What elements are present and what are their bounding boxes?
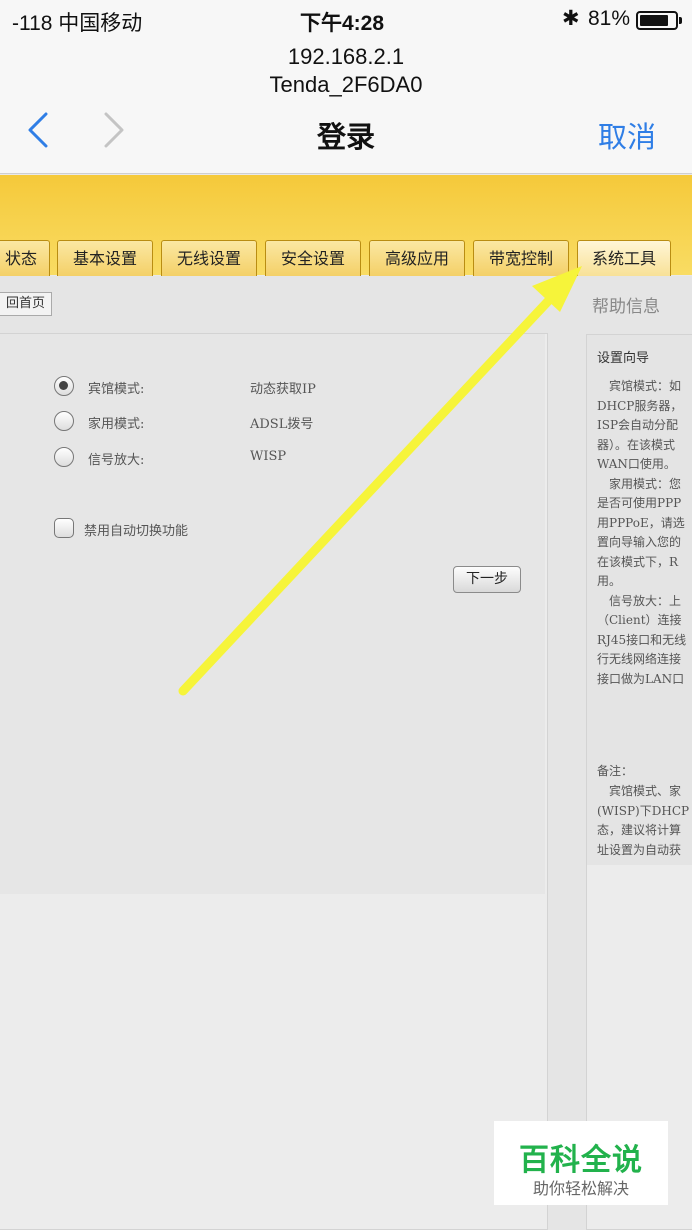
page-title: 登录	[316, 120, 375, 154]
help-note-title: 备注：	[597, 764, 634, 778]
mode-connection-type: WISP	[250, 449, 287, 464]
tab-basic-settings[interactable]: 基本设置	[57, 240, 153, 276]
help-text-line: WAN口使用。	[597, 457, 676, 471]
battery-percent: 81%	[588, 7, 631, 30]
home-button[interactable]: 回首页	[0, 292, 52, 316]
help-text-line: 宾馆模式：如	[597, 379, 682, 393]
page-url: 192.168.2.1	[287, 44, 405, 69]
browser-header: 192.168.2.1 Tenda_2F6DA0 登录 取消	[0, 40, 692, 174]
mode-label: 信号放大:	[88, 453, 145, 468]
watermark-slogan: 助你轻松解决	[532, 1179, 629, 1198]
router-tab-bar: 状态 基本设置 无线设置 安全设置 高级应用 带宽控制 系统工具	[0, 240, 692, 276]
mode-connection-type: ADSL拨号	[250, 417, 314, 432]
cancel-button[interactable]: 取消	[598, 114, 656, 156]
tab-system-tools[interactable]: 系统工具	[577, 240, 671, 276]
tab-wireless-settings[interactable]: 无线设置	[161, 240, 257, 276]
next-step-button[interactable]: 下一步	[453, 566, 521, 593]
help-text-line: 是否可使用PPP	[597, 496, 682, 510]
tab-bandwidth-control[interactable]: 带宽控制	[473, 240, 569, 276]
help-text-line: （Client）连接	[597, 613, 682, 627]
help-text-line: 用PPPoE，请选	[597, 515, 685, 530]
help-text-line: 在该模式下，R	[597, 554, 679, 569]
help-panel[interactable]: 设置向导 宾馆模式：如 DHCP服务器， ISP会自动分配 器）。在该模式 WAN口使用…	[586, 334, 692, 1230]
help-note-line: 宾馆模式、家	[597, 784, 682, 798]
watermark-title: 百科全说	[519, 1143, 643, 1178]
mode-label: 宾馆模式:	[88, 382, 145, 397]
help-note-line: 态，建议将计算	[597, 823, 682, 837]
battery-icon	[636, 11, 682, 30]
help-note-line: 址设置为自动获	[597, 842, 682, 857]
help-heading: 帮助信息	[592, 297, 660, 317]
help-text-line: 家用模式：您	[597, 476, 682, 491]
tab-status[interactable]: 状态	[0, 240, 50, 276]
tab-security-settings[interactable]: 安全设置	[265, 240, 361, 276]
mode-label: 家用模式:	[88, 417, 145, 432]
help-title: 设置向导	[597, 351, 650, 366]
help-text-line: 信号放大：上	[597, 593, 682, 608]
disable-auto-switch-label: 禁用自动切换功能	[84, 524, 189, 539]
baike-watermark-logo: 百科全说 助你轻松解决	[494, 1121, 668, 1205]
disable-auto-switch-checkbox[interactable]	[54, 518, 74, 538]
status-bar: -118 中国移动 下午4:28 ✱ 81%	[0, 0, 692, 40]
status-time: 下午4:28	[300, 12, 385, 35]
help-text-line: 器）。在该模式	[597, 437, 676, 452]
mode-radio-hotel[interactable]	[54, 376, 74, 396]
help-note-line: (WISP)下DHCP	[597, 803, 690, 818]
network-ssid: Tenda_2F6DA0	[269, 72, 423, 97]
help-text-line: DHCP服务器，	[597, 398, 683, 413]
mode-radio-signal-boost[interactable]	[54, 447, 74, 467]
tab-advanced[interactable]: 高级应用	[369, 240, 465, 276]
help-text-line: 接口做为LAN口	[597, 671, 685, 686]
help-text-line: 置向导输入您的	[597, 535, 682, 549]
help-text-line: 行无线网络连接	[597, 652, 682, 666]
mode-connection-type: 动态获取IP	[250, 382, 316, 397]
carrier-signal: -118 中国移动	[12, 12, 143, 35]
mode-radio-home[interactable]	[54, 411, 74, 431]
help-text-line: RJ45接口和无线	[597, 632, 687, 647]
wizard-panel	[0, 333, 548, 1230]
help-text-line: ISP会自动分配	[597, 418, 679, 432]
bluetooth-icon: ✱	[562, 7, 580, 30]
help-text-line: 用。	[597, 574, 622, 588]
